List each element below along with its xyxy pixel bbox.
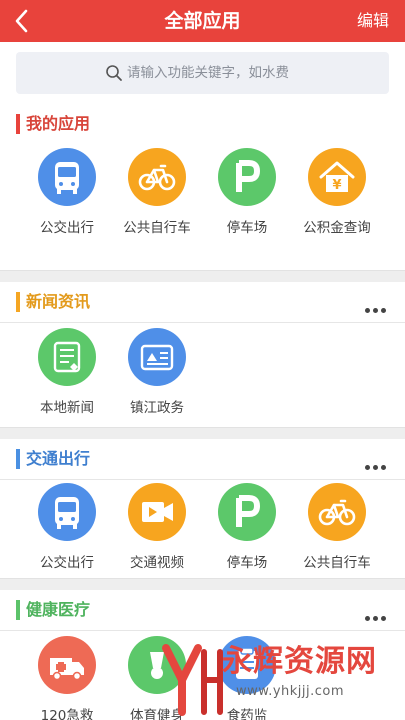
app-item-label: 停车场 (226, 220, 268, 236)
section-my-apps: 我的应用 公交出行 公共自行车 停车场 ¥ 公积金查询 (0, 104, 405, 270)
app-item-label: 公积金查询 (303, 220, 371, 236)
section-title: 交通出行 (26, 449, 91, 468)
bicycle-icon (308, 483, 366, 541)
watermark-brand: 永辉资源网 (222, 644, 377, 679)
search-input[interactable]: 请输入功能关键字，如水费 (16, 52, 389, 94)
section-title: 新闻资讯 (26, 292, 91, 311)
more-icon[interactable] (365, 455, 391, 470)
app-item-label: 交通视频 (130, 555, 184, 571)
news-icon (38, 328, 96, 386)
section-divider (0, 270, 405, 282)
app-item-label: 公交出行 (40, 220, 94, 236)
section-title: 健康医疗 (26, 600, 91, 619)
page-title: 全部应用 (164, 10, 241, 32)
section-accent-bar (16, 449, 20, 469)
section-divider (0, 427, 405, 439)
ambulance-icon (38, 636, 96, 694)
parking-icon (218, 148, 276, 206)
app-item-label: 公共自行车 (303, 555, 371, 571)
section-accent-bar (16, 292, 20, 312)
more-icon[interactable] (365, 606, 391, 621)
svg-text:¥: ¥ (332, 178, 341, 193)
section-header: 交通出行 (0, 439, 405, 479)
section-accent-bar (16, 114, 20, 134)
government-icon (128, 328, 186, 386)
section-header: 我的应用 (0, 104, 405, 144)
section-news: 新闻资讯 本地新闻 镇江政务 (0, 282, 405, 427)
edit-button[interactable]: 编辑 (357, 0, 389, 42)
section-header-divider (0, 479, 405, 480)
section-transport: 交通出行 公交出行 交通视频 停车场 公共自行车 (0, 439, 405, 578)
bicycle-icon (128, 148, 186, 206)
section-accent-bar (16, 600, 20, 620)
section-header: 健康医疗 (0, 590, 405, 630)
app-header: 全部应用 编辑 (0, 0, 405, 42)
app-item-label: 公共自行车 (123, 220, 191, 236)
app-item-label: 停车场 (226, 555, 268, 571)
app-item-label: 本地新闻 (40, 400, 94, 416)
bus-icon (38, 148, 96, 206)
app-item-label: 公交出行 (40, 555, 94, 571)
section-divider (0, 578, 405, 590)
section-header-divider (0, 322, 405, 323)
search-placeholder: 请输入功能关键字，如水费 (127, 65, 289, 81)
housing-fund-icon: ¥ (308, 148, 366, 206)
section-header: 新闻资讯 (0, 282, 405, 322)
section-title: 我的应用 (26, 114, 91, 133)
watermark-logo-icon (162, 644, 223, 716)
section-header-divider (0, 630, 405, 631)
more-icon[interactable] (365, 298, 391, 313)
parking-icon (218, 483, 276, 541)
app-item-label: 120急救 (40, 708, 94, 720)
search-area: 请输入功能关键字，如水费 (0, 42, 405, 104)
bus-icon (38, 483, 96, 541)
video-icon (128, 483, 186, 541)
search-icon (106, 65, 122, 81)
app-item-label: 镇江政务 (130, 400, 184, 416)
watermark-url: www.yhkjjj.com (236, 684, 345, 699)
watermark: 永辉资源网 www.yhkjjj.com (160, 632, 405, 720)
